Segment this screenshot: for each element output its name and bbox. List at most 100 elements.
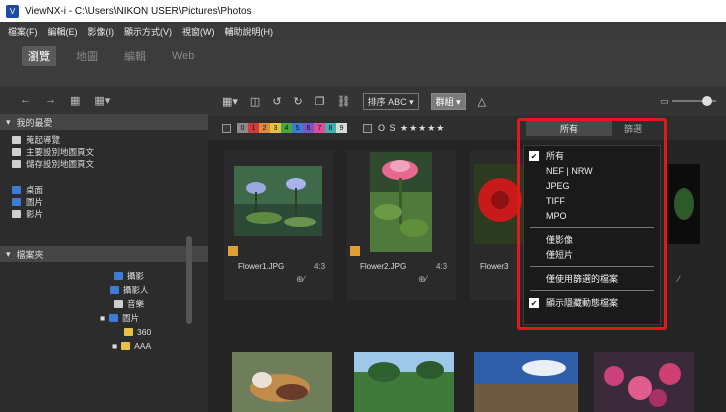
favorite-label: 蒐起導覽 bbox=[26, 135, 61, 145]
favorites-header[interactable]: ▾ 我的最愛 bbox=[0, 114, 208, 130]
tree-item[interactable]: ■ 圖片 bbox=[100, 312, 139, 324]
dropdown-item[interactable]: 僅影像 bbox=[524, 232, 660, 247]
favorites-title: 我的最愛 bbox=[16, 117, 53, 128]
tree-item[interactable]: 攝影 bbox=[114, 270, 144, 282]
collapse-icon: ▾ bbox=[6, 248, 11, 259]
dropdown-divider bbox=[530, 266, 654, 267]
layout-icon[interactable]: ▦ bbox=[70, 94, 80, 107]
menu-window[interactable]: 視窗(W) bbox=[182, 25, 215, 38]
dropdown-item[interactable]: 僅短片 bbox=[524, 247, 660, 262]
place-item[interactable]: 圖片 bbox=[12, 196, 208, 208]
place-label: 影片 bbox=[26, 209, 44, 219]
sort-button[interactable]: 排序 ABC ▾ bbox=[362, 92, 419, 110]
sidebar-scrollbar[interactable] bbox=[186, 236, 192, 324]
thumbnail-card[interactable]: Flower2.JPG 4:3 ⊕⁄ bbox=[346, 150, 456, 300]
sidebar: ← → ▦ ▦▾ ▾ 我的最愛 蒐起導覽 主要設別地圖頁文 儲存設別地圖頁文 桌… bbox=[0, 86, 208, 412]
rotate-right-icon[interactable]: ↻ bbox=[294, 95, 303, 108]
menu-file[interactable]: 檔案(F) bbox=[8, 25, 38, 38]
rotate-left-icon[interactable]: ↺ bbox=[272, 95, 281, 108]
forward-icon[interactable]: → bbox=[45, 94, 56, 106]
thumbnail-size-slider[interactable]: ▭ bbox=[660, 96, 716, 106]
expand-icon[interactable]: ■ bbox=[112, 341, 117, 351]
menu-view[interactable]: 顯示方式(V) bbox=[124, 25, 172, 38]
label-chip-9[interactable]: 9 bbox=[336, 123, 347, 133]
label-chip-0[interactable]: 0 bbox=[237, 123, 248, 133]
view-mode-button[interactable]: ▦▾ bbox=[222, 95, 238, 108]
pictures-icon bbox=[12, 198, 21, 206]
check-icon: ✔ bbox=[529, 298, 539, 308]
check-icon: ✔ bbox=[529, 151, 539, 161]
label-chip-1[interactable]: 1 bbox=[248, 123, 259, 133]
rating-filter-checkbox[interactable] bbox=[363, 123, 372, 133]
label-chips: 0123456789 bbox=[237, 123, 347, 133]
tree-label: 音樂 bbox=[127, 299, 145, 309]
folder-icon bbox=[121, 342, 131, 350]
menu-help[interactable]: 輔助說明(H) bbox=[225, 25, 274, 38]
folders-header[interactable]: ▾ 檔案夾 bbox=[0, 246, 208, 262]
thumbnail-card[interactable]: Flower1.JPG 4:3 ⊕⁄ bbox=[224, 150, 334, 300]
dropdown-item[interactable]: JPEG bbox=[524, 178, 660, 193]
menu-image[interactable]: 影像(I) bbox=[88, 25, 115, 38]
warning-icon[interactable]: △ bbox=[478, 95, 486, 108]
dropdown-item[interactable]: ✔ 所有 bbox=[524, 148, 660, 163]
dropdown-item[interactable]: TIFF bbox=[524, 193, 660, 208]
folder-icon bbox=[114, 272, 123, 280]
file-type-dropdown: ✔ 所有 NEF | NRW JPEG TIFF MPO 僅影像 僅短片 僅使用篩… bbox=[523, 145, 661, 325]
window-titlebar: V ViewNX-i - C:\Users\NIKON USER\Picture… bbox=[0, 0, 726, 22]
link-icon[interactable]: ⛓ bbox=[337, 95, 351, 108]
tree-item[interactable]: 攝影人 bbox=[110, 284, 149, 296]
thumbnail-image bbox=[354, 352, 454, 412]
app-icon-glyph: V bbox=[9, 6, 16, 16]
dropdown-label: NEF | NRW bbox=[546, 165, 593, 176]
thumbnail-ratio: 4:3 bbox=[436, 262, 448, 271]
tab-map[interactable]: 地圖 bbox=[70, 46, 104, 66]
tab-web[interactable]: Web bbox=[166, 48, 200, 64]
label-chip-5[interactable]: 5 bbox=[292, 123, 303, 133]
thumb-small-icon: ▭ bbox=[660, 96, 669, 106]
favorite-label: 主要設別地圖頁文 bbox=[26, 147, 95, 157]
favorite-item[interactable]: 主要設別地圖頁文 bbox=[12, 146, 208, 158]
favorite-item[interactable]: 儲存設別地圖頁文 bbox=[12, 158, 208, 170]
dropdown-label: TIFF bbox=[546, 195, 565, 206]
tab-edit[interactable]: 編輯 bbox=[118, 46, 152, 66]
rating-stars[interactable]: O S ★★★★★ bbox=[378, 123, 445, 134]
edit-status-icon: ⊕⁄ bbox=[418, 274, 428, 284]
thumbnail-image bbox=[474, 352, 578, 412]
thumbnail-image bbox=[370, 152, 432, 252]
label-chip-6[interactable]: 6 bbox=[303, 123, 314, 133]
group-button[interactable]: 群組 ▾ bbox=[430, 92, 466, 110]
folder-icon bbox=[110, 286, 119, 294]
music-icon bbox=[114, 300, 123, 308]
slider-knob[interactable] bbox=[702, 96, 712, 106]
tree-item[interactable]: ■ AAA bbox=[112, 340, 151, 352]
tab-browse[interactable]: 瀏覽 bbox=[22, 46, 56, 66]
folder-icon bbox=[109, 314, 119, 322]
label-filter-checkbox[interactable] bbox=[222, 123, 231, 133]
copy-icon[interactable]: ❐ bbox=[315, 95, 325, 108]
place-item[interactable]: 桌面 bbox=[12, 184, 208, 196]
dropdown-item[interactable]: ✔ 顯示隱藏動態檔案 bbox=[524, 295, 660, 310]
color-label-tag bbox=[350, 246, 360, 256]
dropdown-label: 僅短片 bbox=[546, 250, 574, 260]
compare-icon[interactable]: ◫ bbox=[250, 95, 260, 108]
place-item[interactable]: 影片 bbox=[12, 208, 208, 220]
menu-edit[interactable]: 編輯(E) bbox=[48, 25, 78, 38]
dropdown-label: 僅影像 bbox=[546, 235, 574, 245]
expand-icon[interactable]: ■ bbox=[100, 313, 105, 323]
back-icon[interactable]: ← bbox=[20, 94, 31, 106]
label-chip-7[interactable]: 7 bbox=[314, 123, 325, 133]
tree-item[interactable]: 音樂 bbox=[114, 298, 144, 310]
dropdown-item[interactable]: NEF | NRW bbox=[524, 163, 660, 178]
label-chip-3[interactable]: 3 bbox=[270, 123, 281, 133]
window-title: ViewNX-i - C:\Users\NIKON USER\Pictures\… bbox=[25, 5, 252, 17]
edit-status-icon: ⊕⁄ bbox=[296, 274, 306, 284]
dropdown-item[interactable]: 僅使用篩選的檔案 bbox=[524, 271, 660, 286]
favorite-item[interactable]: 蒐起導覽 bbox=[12, 134, 208, 146]
label-chip-8[interactable]: 8 bbox=[325, 123, 336, 133]
label-chip-4[interactable]: 4 bbox=[281, 123, 292, 133]
dropdown-item[interactable]: MPO bbox=[524, 208, 660, 223]
label-chip-2[interactable]: 2 bbox=[259, 123, 270, 133]
tree-item[interactable]: 360 bbox=[124, 326, 151, 338]
mode-bar: 瀏覽 地圖 編輯 Web bbox=[0, 40, 726, 86]
layout-menu-icon[interactable]: ▦▾ bbox=[94, 94, 110, 107]
